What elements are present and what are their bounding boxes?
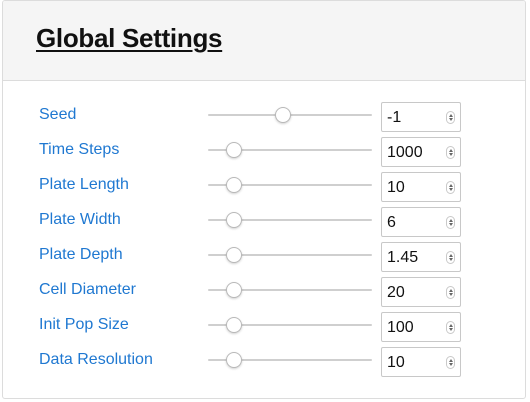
up-down-arrows-icon[interactable] [446, 251, 455, 264]
cell-diameter-number-input[interactable]: 20 [381, 277, 461, 307]
plate-width-slider[interactable] [208, 207, 372, 231]
plate-length-number-input[interactable]: 10 [381, 172, 461, 202]
cell-diameter-slider[interactable] [208, 277, 372, 301]
up-down-arrows-icon[interactable] [446, 181, 455, 194]
global-settings-panel: Global Settings Seed -1 Time Steps 1000 [2, 0, 526, 399]
setting-row-time-steps: Time Steps 1000 [3, 134, 525, 169]
up-down-arrows-icon[interactable] [446, 356, 455, 369]
up-down-arrows-icon[interactable] [446, 111, 455, 124]
input-value: 1000 [387, 144, 423, 161]
slider-thumb[interactable] [226, 352, 243, 368]
up-down-arrows-icon[interactable] [446, 216, 455, 229]
up-down-arrows-icon[interactable] [446, 286, 455, 299]
plate-width-number-input[interactable]: 6 [381, 207, 461, 237]
input-value: 20 [387, 284, 405, 301]
plate-depth-slider[interactable] [208, 242, 372, 266]
up-down-arrows-icon[interactable] [446, 146, 455, 159]
slider-thumb[interactable] [226, 212, 243, 228]
seed-slider[interactable] [208, 102, 372, 126]
plate-length-slider[interactable] [208, 172, 372, 196]
slider-thumb[interactable] [226, 282, 243, 298]
setting-row-cell-diameter: Cell Diameter 20 [3, 274, 525, 309]
setting-label: Cell Diameter [39, 281, 136, 298]
time-steps-number-input[interactable]: 1000 [381, 137, 461, 167]
slider-thumb[interactable] [226, 142, 243, 158]
setting-row-plate-length: Plate Length 10 [3, 169, 525, 204]
setting-label: Seed [39, 106, 77, 123]
setting-label: Plate Depth [39, 246, 123, 263]
input-value: -1 [387, 109, 402, 126]
seed-number-input[interactable]: -1 [381, 102, 461, 132]
input-value: 10 [387, 179, 405, 196]
slider-thumb[interactable] [275, 107, 292, 123]
setting-label: Plate Width [39, 211, 121, 228]
setting-label: Data Resolution [39, 351, 153, 368]
setting-row-init-pop-size: Init Pop Size 100 [3, 309, 525, 344]
setting-label: Plate Length [39, 176, 129, 193]
up-down-arrows-icon[interactable] [446, 321, 455, 334]
time-steps-slider[interactable] [208, 137, 372, 161]
panel-header: Global Settings [3, 1, 525, 81]
input-value: 100 [387, 319, 414, 336]
setting-row-seed: Seed -1 [3, 99, 525, 134]
input-value: 6 [387, 214, 396, 231]
slider-thumb[interactable] [226, 247, 243, 263]
input-value: 10 [387, 354, 405, 371]
setting-label: Init Pop Size [39, 316, 129, 333]
setting-row-plate-depth: Plate Depth 1.45 [3, 239, 525, 274]
data-resolution-number-input[interactable]: 10 [381, 347, 461, 377]
input-value: 1.45 [387, 249, 419, 266]
panel-title: Global Settings [36, 23, 223, 53]
setting-row-plate-width: Plate Width 6 [3, 204, 525, 239]
setting-label: Time Steps [39, 141, 120, 158]
setting-row-data-resolution: Data Resolution 10 [3, 344, 525, 379]
slider-thumb[interactable] [226, 317, 243, 333]
plate-depth-number-input[interactable]: 1.45 [381, 242, 461, 272]
init-pop-size-number-input[interactable]: 100 [381, 312, 461, 342]
data-resolution-slider[interactable] [208, 347, 372, 371]
settings-list: Seed -1 Time Steps 1000 Plate Length 10 … [3, 99, 525, 379]
init-pop-size-slider[interactable] [208, 312, 372, 336]
slider-thumb[interactable] [226, 177, 243, 193]
